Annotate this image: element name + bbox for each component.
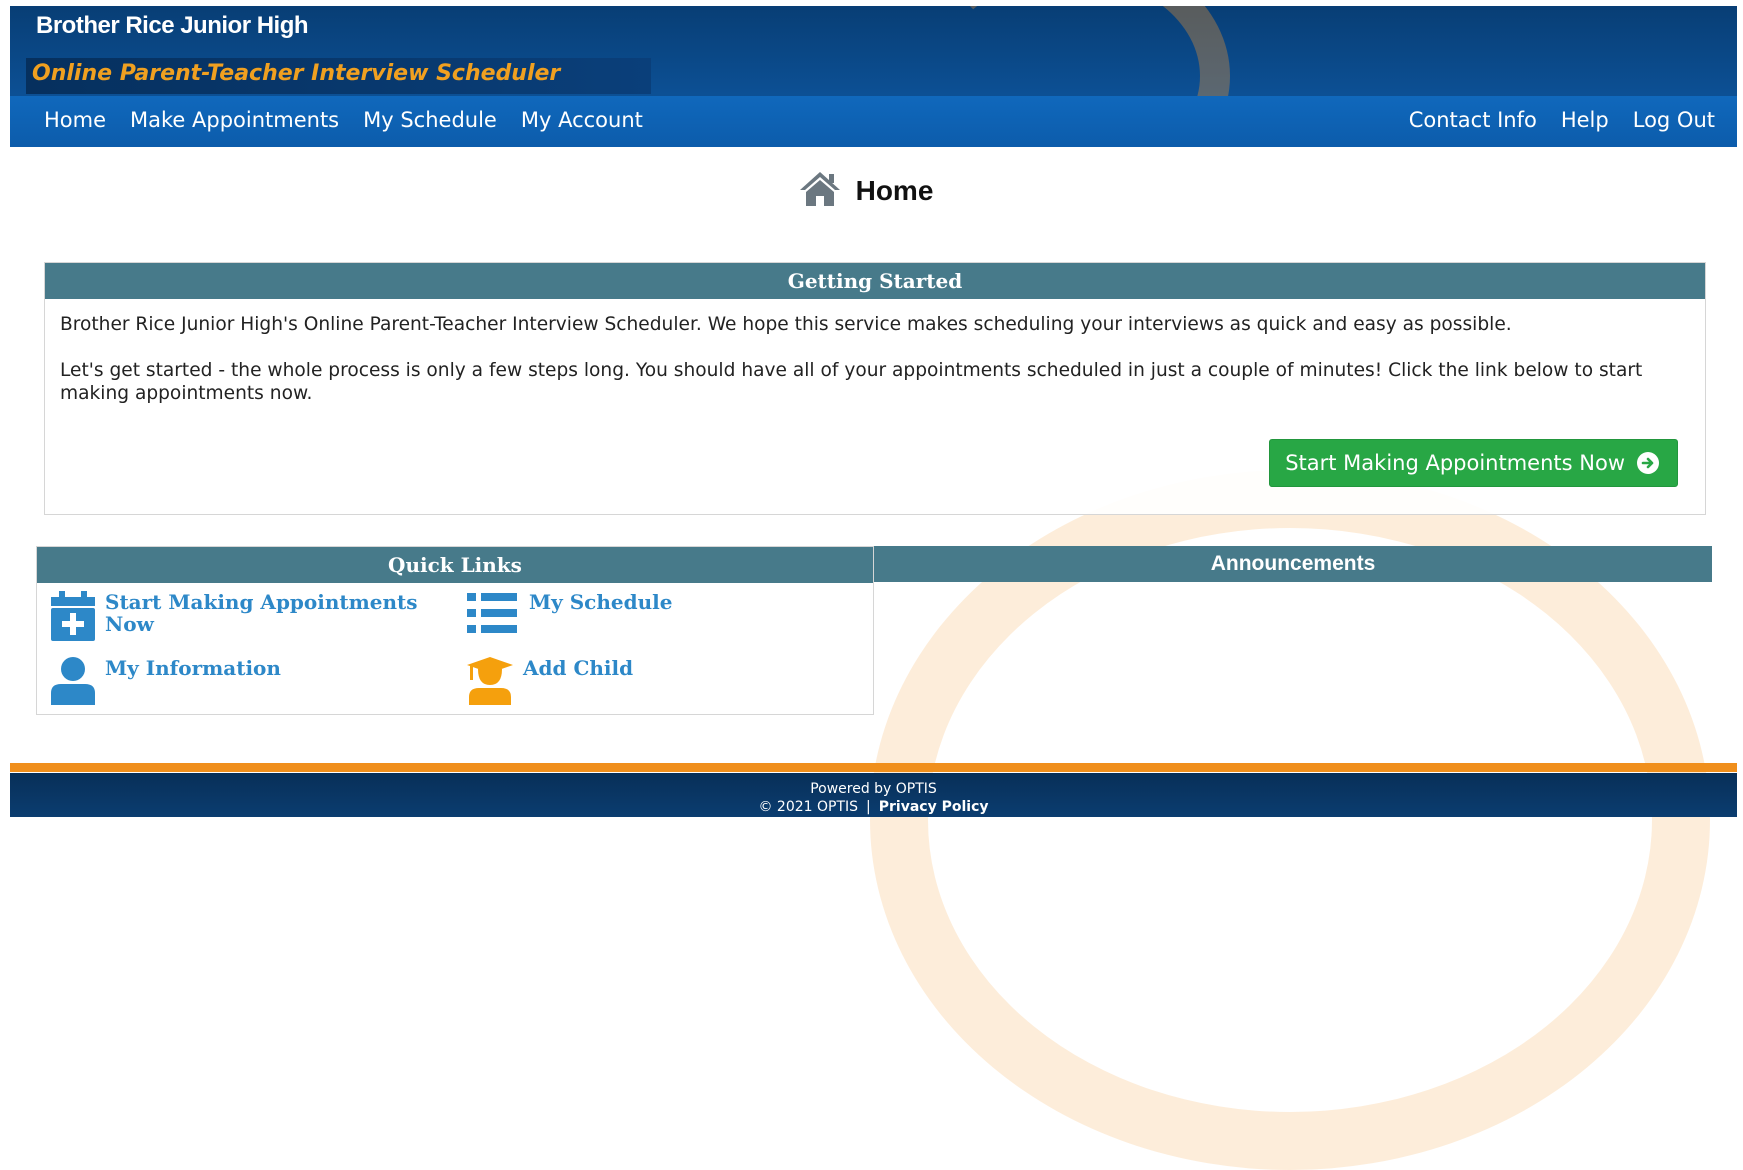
privacy-policy-link[interactable]: Privacy Policy	[879, 799, 989, 815]
site-header: Brother Rice Junior High Online Parent-T…	[10, 6, 1737, 147]
quick-link-my-schedule[interactable]: My Schedule	[467, 591, 672, 639]
quick-link-my-schedule-label: My Schedule	[529, 590, 673, 614]
nav-left-group: Home Make Appointments My Schedule My Ac…	[32, 108, 655, 132]
quick-link-my-information-label: My Information	[105, 656, 281, 680]
main-navbar: Home Make Appointments My Schedule My Ac…	[10, 96, 1737, 147]
nav-make-appointments[interactable]: Make Appointments	[118, 108, 351, 132]
getting-started-panel: Getting Started Brother Rice Junior High…	[44, 262, 1706, 515]
nav-home[interactable]: Home	[32, 108, 118, 132]
quick-link-add-child-label: Add Child	[523, 656, 634, 680]
quick-link-my-information[interactable]: My Information	[51, 657, 281, 709]
footer-copyright-line: © 2021 OPTIS | Privacy Policy	[10, 799, 1737, 815]
page-title: Home	[855, 175, 934, 206]
site-footer: Powered by OPTIS © 2021 OPTIS | Privacy Po…	[10, 773, 1737, 817]
home-icon	[798, 170, 842, 212]
start-button-label: Start Making Appointments Now	[1285, 451, 1625, 475]
getting-started-heading: Getting Started	[45, 263, 1705, 299]
announcements-heading: Announcements	[874, 546, 1712, 582]
user-icon	[51, 657, 95, 709]
nav-right-group: Contact Info Help Log Out	[1397, 108, 1727, 132]
app-tagline: Online Parent-Teacher Interview Schedule…	[32, 61, 561, 86]
tagline-bar: Online Parent-Teacher Interview Schedule…	[26, 58, 651, 94]
intro-paragraph: Brother Rice Junior High's Online Parent…	[60, 314, 1512, 335]
copyright-text: © 2021 OPTIS	[758, 799, 859, 815]
page-title-area: Home	[0, 170, 1743, 212]
quick-link-start-appointments[interactable]: Start Making Appointments Now	[51, 591, 425, 645]
footer-separator: |	[866, 799, 871, 815]
calendar-plus-icon	[51, 591, 95, 645]
nav-contact-info[interactable]: Contact Info	[1397, 108, 1549, 132]
start-making-appointments-button[interactable]: Start Making Appointments Now	[1269, 439, 1678, 487]
nav-help[interactable]: Help	[1549, 108, 1621, 132]
school-name: Brother Rice Junior High	[36, 12, 309, 39]
instructions-paragraph: Let's get started - the whole process is…	[60, 360, 1643, 404]
arrow-circle-right-icon	[1637, 452, 1659, 474]
nav-my-schedule[interactable]: My Schedule	[351, 108, 509, 132]
quick-links-panel: Quick Links Start Making Appointments No…	[36, 546, 874, 715]
announcements-panel: Announcements	[874, 546, 1712, 582]
powered-by-text: Powered by OPTIS	[810, 781, 937, 797]
nav-my-account[interactable]: My Account	[509, 108, 655, 132]
quick-link-start-appointments-label: Start Making Appointments Now	[105, 590, 418, 636]
getting-started-body: Brother Rice Junior High's Online Parent…	[45, 299, 1705, 405]
graduate-icon	[467, 657, 513, 709]
nav-log-out[interactable]: Log Out	[1621, 108, 1727, 132]
footer-accent-line	[10, 763, 1737, 772]
quick-link-add-child[interactable]: Add Child	[467, 657, 633, 709]
quick-links-heading: Quick Links	[37, 547, 873, 583]
list-icon	[467, 591, 517, 639]
